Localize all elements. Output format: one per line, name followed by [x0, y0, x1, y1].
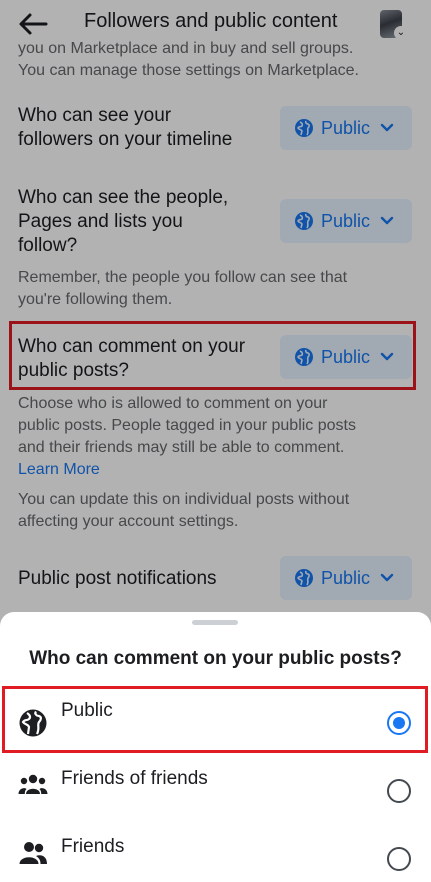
- option-friends[interactable]: Friends: [0, 828, 431, 882]
- radio-unselected[interactable]: [387, 847, 411, 871]
- option-label: Friends of friends: [61, 768, 208, 789]
- option-label: Friends: [61, 836, 125, 857]
- friends-of-friends-icon: [18, 774, 48, 794]
- friends-icon: [19, 842, 47, 864]
- option-friends-of-friends[interactable]: Friends of friends: [0, 760, 431, 822]
- highlight-box: [2, 686, 428, 753]
- sheet-title: Who can comment on your public posts?: [29, 648, 402, 669]
- radio-unselected[interactable]: [387, 779, 411, 803]
- drag-handle[interactable]: [192, 620, 238, 625]
